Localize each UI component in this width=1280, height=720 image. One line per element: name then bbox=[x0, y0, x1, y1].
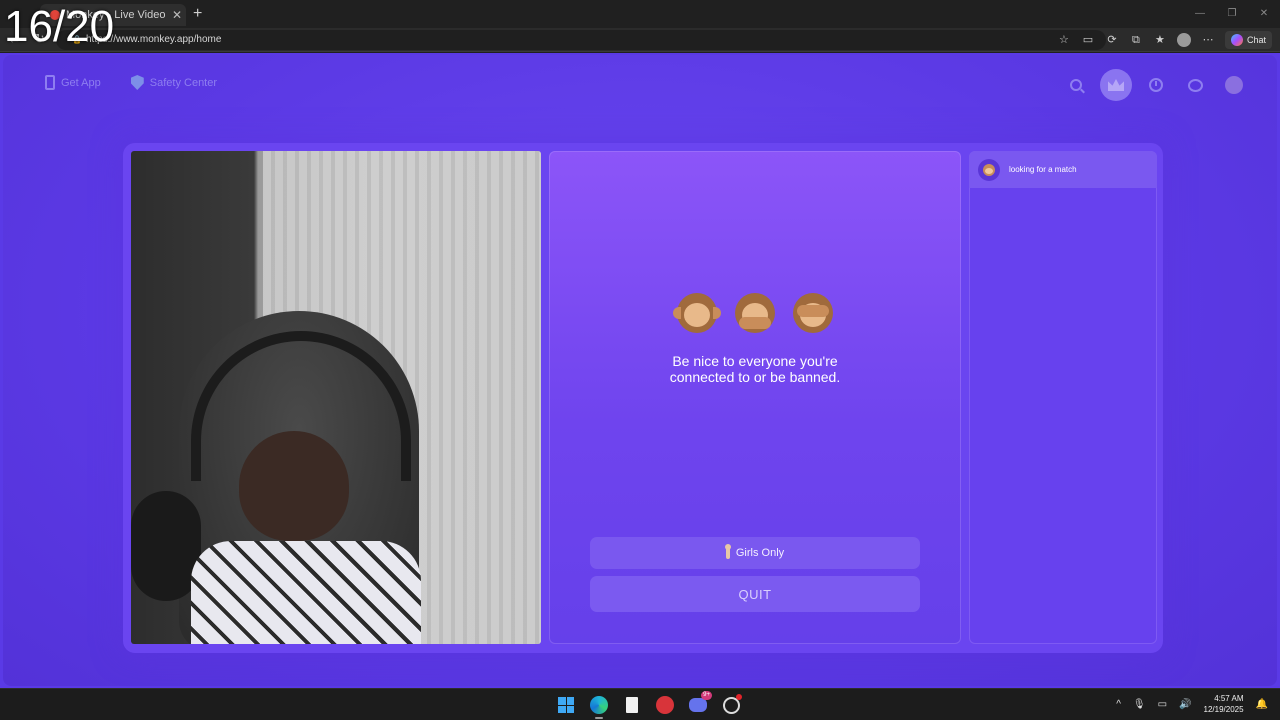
video-face bbox=[239, 431, 349, 541]
video-shirt bbox=[191, 541, 421, 644]
community-rule-text: Be nice to everyone you're connected to … bbox=[669, 353, 841, 385]
three-monkeys bbox=[549, 293, 961, 338]
window-controls: — ❐ ✕ bbox=[1184, 0, 1280, 28]
notification-bell-icon[interactable]: 🔔 bbox=[1256, 699, 1268, 710]
url-input[interactable]: 🔒 https://www.monkey.app/home bbox=[56, 30, 1106, 50]
discord-taskbar-button[interactable]: 9+ bbox=[687, 691, 712, 716]
see-no-evil-monkey-icon bbox=[793, 293, 834, 333]
avatar-icon bbox=[1225, 76, 1243, 94]
network-icon[interactable]: ▭ bbox=[1158, 699, 1167, 710]
monkey-avatar-icon bbox=[978, 158, 1000, 181]
windows-icon bbox=[558, 697, 574, 713]
address-bar-row: ← ↻ 🔒 https://www.monkey.app/home ☆ ▭ ⟳ ⧉… bbox=[0, 28, 1280, 52]
page-viewport: Get App Safety Center Be nice to everyon… bbox=[0, 53, 1280, 688]
discord-icon bbox=[689, 698, 707, 712]
top-nav-left: Get App Safety Center bbox=[45, 75, 217, 90]
volume-icon[interactable]: 🔊 bbox=[1179, 699, 1191, 710]
file-icon bbox=[626, 697, 638, 713]
profile-button[interactable] bbox=[1219, 70, 1249, 100]
search-button[interactable] bbox=[1061, 70, 1091, 100]
microphone-icon[interactable]: 🎙 bbox=[1133, 699, 1146, 710]
top-nav-right bbox=[1061, 69, 1249, 101]
crown-icon bbox=[1108, 79, 1124, 91]
active-app-indicator bbox=[595, 717, 603, 719]
red-app-taskbar-button[interactable] bbox=[654, 694, 676, 716]
new-tab-button[interactable]: + bbox=[193, 5, 202, 23]
clock-date: 12/19/2025 bbox=[1203, 705, 1244, 714]
taskbar-clock[interactable]: 4:57 AM 12/19/2025 bbox=[1204, 693, 1244, 715]
self-camera-video bbox=[131, 151, 541, 644]
page-background: Get App Safety Center Be nice to everyon… bbox=[3, 55, 1277, 686]
start-button[interactable] bbox=[555, 694, 577, 716]
taskbar-apps: 9+ bbox=[555, 691, 742, 719]
speak-no-evil-monkey-icon bbox=[735, 293, 775, 333]
safety-center-label: Safety Center bbox=[149, 76, 218, 89]
chevron-up-icon[interactable]: ^ bbox=[1116, 699, 1121, 710]
search-icon bbox=[1070, 79, 1082, 91]
girls-only-button[interactable]: Girls Only bbox=[590, 537, 920, 569]
minimize-button[interactable]: — bbox=[1184, 0, 1216, 28]
match-panel: Be nice to everyone you're connected to … bbox=[549, 151, 961, 644]
profile-avatar-icon[interactable] bbox=[1176, 33, 1191, 47]
overlay-counter: 16/20 bbox=[4, 2, 115, 51]
clock-time: 4:57 AM bbox=[1214, 694, 1244, 703]
premium-button[interactable] bbox=[1100, 69, 1132, 101]
notification-dot bbox=[736, 694, 742, 700]
girls-only-label: Girls Only bbox=[735, 547, 785, 559]
copilot-icon bbox=[1230, 34, 1243, 46]
video-chat-card: Be nice to everyone you're connected to … bbox=[123, 143, 1163, 653]
history-button[interactable] bbox=[1141, 70, 1171, 100]
browser-taskbar-button[interactable] bbox=[720, 694, 742, 716]
match-status-text: looking for a match bbox=[1009, 165, 1077, 174]
tab-close-icon[interactable]: ✕ bbox=[168, 8, 186, 22]
extensions-icon[interactable]: ⟳ bbox=[1105, 33, 1119, 47]
edge-taskbar-button[interactable] bbox=[588, 694, 610, 719]
chat-panel: looking for a match bbox=[969, 151, 1157, 644]
hear-no-evil-monkey-icon bbox=[672, 293, 721, 333]
phone-icon bbox=[45, 75, 55, 90]
split-screen-icon[interactable]: ⧉ bbox=[1129, 33, 1143, 47]
message-icon bbox=[1187, 78, 1203, 92]
discord-badge: 9+ bbox=[701, 691, 712, 700]
close-window-button[interactable]: ✕ bbox=[1248, 0, 1280, 28]
clock-icon bbox=[1149, 78, 1163, 92]
windows-taskbar: 9+ ^ 🎙 ▭ 🔊 4:57 AM 12/19/2025 🔔 bbox=[0, 688, 1280, 720]
favorite-star-icon[interactable]: ☆ bbox=[1057, 33, 1071, 47]
get-app-link[interactable]: Get App bbox=[45, 75, 101, 90]
get-app-label: Get App bbox=[61, 76, 101, 89]
messages-button[interactable] bbox=[1180, 70, 1210, 100]
safety-center-link[interactable]: Safety Center bbox=[130, 75, 218, 90]
file-taskbar-button[interactable] bbox=[621, 694, 643, 716]
match-status-row: looking for a match bbox=[969, 151, 1157, 188]
quit-button[interactable]: QUIT bbox=[590, 576, 920, 612]
camera-icon[interactable]: ▭ bbox=[1081, 33, 1095, 47]
browser-tab-bar: Monkey - Live Video Chat ✕ + — ❐ ✕ bbox=[0, 0, 1280, 28]
restore-button[interactable]: ❐ bbox=[1216, 0, 1248, 28]
girl-icon bbox=[724, 543, 731, 559]
address-bar-icons: ☆ ▭ ⟳ ⧉ ★ ⋯ Chat bbox=[1057, 31, 1272, 49]
system-tray: ^ 🎙 ▭ 🔊 4:57 AM 12/19/2025 🔔 bbox=[1116, 693, 1268, 715]
red-app-icon bbox=[656, 696, 674, 714]
shield-icon bbox=[130, 75, 144, 90]
copilot-chat-label: Chat bbox=[1246, 35, 1266, 45]
copilot-chat-button[interactable]: Chat bbox=[1224, 31, 1272, 49]
more-menu-icon[interactable]: ⋯ bbox=[1201, 33, 1215, 47]
favorites-icon[interactable]: ★ bbox=[1153, 33, 1167, 47]
edge-icon bbox=[590, 696, 608, 714]
